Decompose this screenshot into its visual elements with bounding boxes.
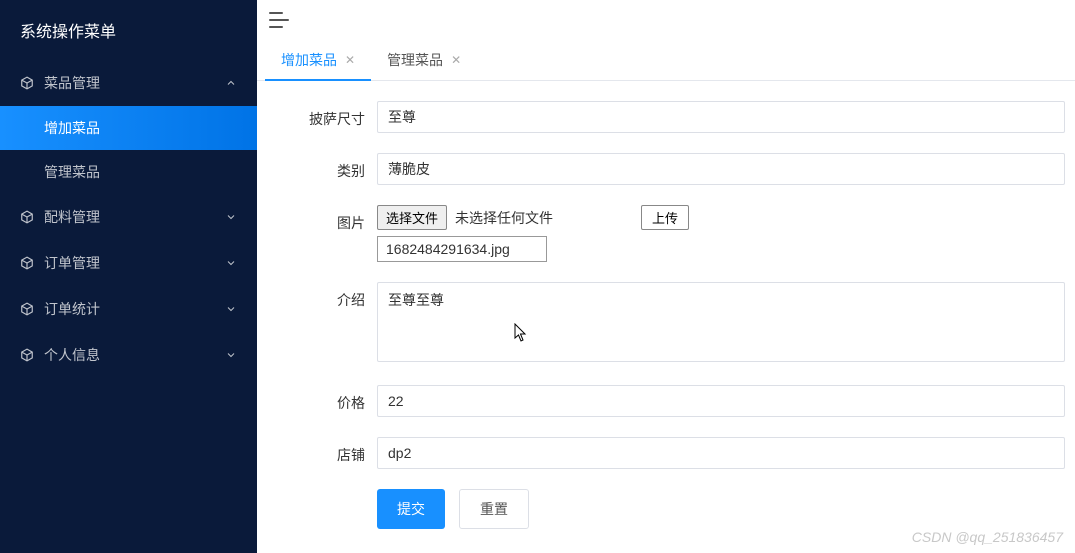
form-label: 店铺 bbox=[257, 437, 377, 465]
tabs: 增加菜品 ✕ 管理菜品 ✕ bbox=[257, 40, 1075, 81]
filename-display[interactable]: 1682484291634.jpg bbox=[377, 236, 547, 262]
form-label: 披萨尺寸 bbox=[257, 101, 377, 129]
pizza-size-input[interactable] bbox=[377, 101, 1065, 133]
cube-icon bbox=[20, 210, 34, 224]
file-status-text: 未选择任何文件 bbox=[455, 208, 553, 228]
upload-button[interactable]: 上传 bbox=[641, 205, 689, 230]
chevron-up-icon bbox=[225, 77, 237, 89]
close-icon[interactable]: ✕ bbox=[451, 53, 461, 67]
main-content: 增加菜品 ✕ 管理菜品 ✕ 披萨尺寸 类别 图片 bbox=[257, 0, 1075, 553]
form-row-category: 类别 bbox=[257, 143, 1075, 195]
reset-button[interactable]: 重置 bbox=[459, 489, 529, 529]
sidebar-item-order-management[interactable]: 订单管理 bbox=[0, 240, 257, 286]
sidebar-item-profile[interactable]: 个人信息 bbox=[0, 332, 257, 378]
sidebar-item-label: 订单管理 bbox=[44, 253, 225, 273]
choose-file-button[interactable]: 选择文件 bbox=[377, 205, 447, 230]
form-buttons: 提交 重置 bbox=[257, 489, 1075, 529]
close-icon[interactable]: ✕ bbox=[345, 53, 355, 67]
form-area: 披萨尺寸 类别 图片 选择文件 未选择任何文件 上传 bbox=[257, 81, 1075, 553]
topbar bbox=[257, 0, 1075, 40]
cube-icon bbox=[20, 76, 34, 90]
form-label: 价格 bbox=[257, 385, 377, 413]
cube-icon bbox=[20, 348, 34, 362]
cube-icon bbox=[20, 302, 34, 316]
form-row-intro: 介绍 bbox=[257, 272, 1075, 375]
form-row-price: 价格 bbox=[257, 375, 1075, 427]
chevron-down-icon bbox=[225, 303, 237, 315]
sidebar-item-label: 配料管理 bbox=[44, 207, 225, 227]
cube-icon bbox=[20, 256, 34, 270]
sidebar-item-ingredient-management[interactable]: 配料管理 bbox=[0, 194, 257, 240]
tab-label: 管理菜品 bbox=[387, 50, 443, 70]
sidebar-item-label: 个人信息 bbox=[44, 345, 225, 365]
category-input[interactable] bbox=[377, 153, 1065, 185]
sidebar-item-label: 菜品管理 bbox=[44, 73, 225, 93]
sidebar-item-label: 订单统计 bbox=[44, 299, 225, 319]
tab-label: 增加菜品 bbox=[281, 50, 337, 70]
chevron-down-icon bbox=[225, 349, 237, 361]
form-label: 图片 bbox=[257, 205, 377, 233]
sidebar-item-dish-management[interactable]: 菜品管理 bbox=[0, 60, 257, 106]
submit-button[interactable]: 提交 bbox=[377, 489, 445, 529]
shop-input[interactable] bbox=[377, 437, 1065, 469]
sidebar-subitem-add-dish[interactable]: 增加菜品 bbox=[0, 106, 257, 150]
form-row-shop: 店铺 bbox=[257, 427, 1075, 479]
intro-textarea[interactable] bbox=[377, 282, 1065, 362]
form-row-image: 图片 选择文件 未选择任何文件 上传 1682484291634.jpg bbox=[257, 195, 1075, 272]
chevron-down-icon bbox=[225, 257, 237, 269]
form-row-pizza-size: 披萨尺寸 bbox=[257, 91, 1075, 143]
chevron-down-icon bbox=[225, 211, 237, 223]
collapse-sidebar-icon[interactable] bbox=[269, 12, 289, 28]
sidebar-title: 系统操作菜单 bbox=[0, 0, 257, 60]
form-label: 介绍 bbox=[257, 282, 377, 310]
price-input[interactable] bbox=[377, 385, 1065, 417]
tab-manage-dish[interactable]: 管理菜品 ✕ bbox=[371, 40, 477, 80]
tab-add-dish[interactable]: 增加菜品 ✕ bbox=[265, 40, 371, 80]
sidebar-subitem-manage-dish[interactable]: 管理菜品 bbox=[0, 150, 257, 194]
sidebar: 系统操作菜单 菜品管理 增加菜品 管理菜品 配料管理 订单管理 订单统计 bbox=[0, 0, 257, 553]
form-label: 类别 bbox=[257, 153, 377, 181]
sidebar-item-order-statistics[interactable]: 订单统计 bbox=[0, 286, 257, 332]
